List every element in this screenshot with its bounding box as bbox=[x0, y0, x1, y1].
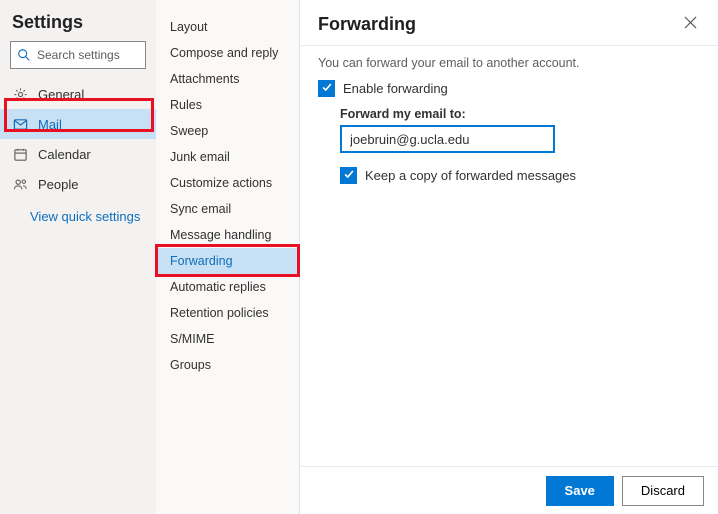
close-button[interactable] bbox=[680, 15, 700, 35]
search-settings-box[interactable] bbox=[10, 41, 146, 69]
nav-item-people[interactable]: People bbox=[0, 169, 156, 199]
sub-item-msg-handling[interactable]: Message handling bbox=[156, 222, 299, 248]
nav-label: General bbox=[38, 87, 84, 102]
panel-footer: Save Discard bbox=[300, 466, 718, 514]
keep-copy-label: Keep a copy of forwarded messages bbox=[365, 168, 576, 183]
save-button[interactable]: Save bbox=[546, 476, 614, 506]
nav-item-general[interactable]: General bbox=[0, 79, 156, 109]
forwarding-panel: Forwarding You can forward your email to… bbox=[300, 0, 718, 514]
nav-label: People bbox=[38, 177, 78, 192]
sub-item-groups[interactable]: Groups bbox=[156, 352, 299, 378]
sub-item-auto-replies[interactable]: Automatic replies bbox=[156, 274, 299, 300]
keep-copy-checkbox[interactable] bbox=[340, 167, 357, 184]
sub-item-smime[interactable]: S/MIME bbox=[156, 326, 299, 352]
sub-item-compose[interactable]: Compose and reply bbox=[156, 40, 299, 66]
panel-intro: You can forward your email to another ac… bbox=[318, 56, 700, 70]
people-icon bbox=[12, 176, 28, 192]
panel-title: Forwarding bbox=[318, 14, 416, 35]
sub-item-sync[interactable]: Sync email bbox=[156, 196, 299, 222]
checkmark-icon bbox=[321, 80, 333, 98]
view-quick-settings-link[interactable]: View quick settings bbox=[0, 199, 156, 224]
enable-forwarding-label: Enable forwarding bbox=[343, 81, 448, 96]
nav-item-mail[interactable]: Mail bbox=[0, 109, 156, 139]
sub-item-attachments[interactable]: Attachments bbox=[156, 66, 299, 92]
sub-item-rules[interactable]: Rules bbox=[156, 92, 299, 118]
forward-to-input[interactable] bbox=[340, 125, 555, 153]
sub-item-layout[interactable]: Layout bbox=[156, 14, 299, 40]
enable-forwarding-checkbox[interactable] bbox=[318, 80, 335, 97]
checkmark-icon bbox=[343, 167, 355, 185]
calendar-icon bbox=[12, 146, 28, 162]
mail-icon bbox=[12, 116, 28, 132]
divider bbox=[300, 45, 718, 46]
mail-subnav: Layout Compose and reply Attachments Rul… bbox=[156, 0, 300, 514]
sub-item-sweep[interactable]: Sweep bbox=[156, 118, 299, 144]
search-icon bbox=[17, 48, 31, 62]
gear-icon bbox=[12, 86, 28, 102]
discard-button[interactable]: Discard bbox=[622, 476, 704, 506]
close-icon bbox=[684, 16, 697, 34]
settings-title: Settings bbox=[0, 0, 156, 41]
nav-item-calendar[interactable]: Calendar bbox=[0, 139, 156, 169]
sub-item-junk[interactable]: Junk email bbox=[156, 144, 299, 170]
settings-sidebar: Settings General Mail Calendar People Vi… bbox=[0, 0, 156, 514]
nav-label: Mail bbox=[38, 117, 62, 132]
sub-item-forwarding[interactable]: Forwarding bbox=[156, 248, 299, 274]
sub-item-customize[interactable]: Customize actions bbox=[156, 170, 299, 196]
sub-item-retention[interactable]: Retention policies bbox=[156, 300, 299, 326]
nav-label: Calendar bbox=[38, 147, 91, 162]
forward-to-label: Forward my email to: bbox=[340, 107, 700, 121]
